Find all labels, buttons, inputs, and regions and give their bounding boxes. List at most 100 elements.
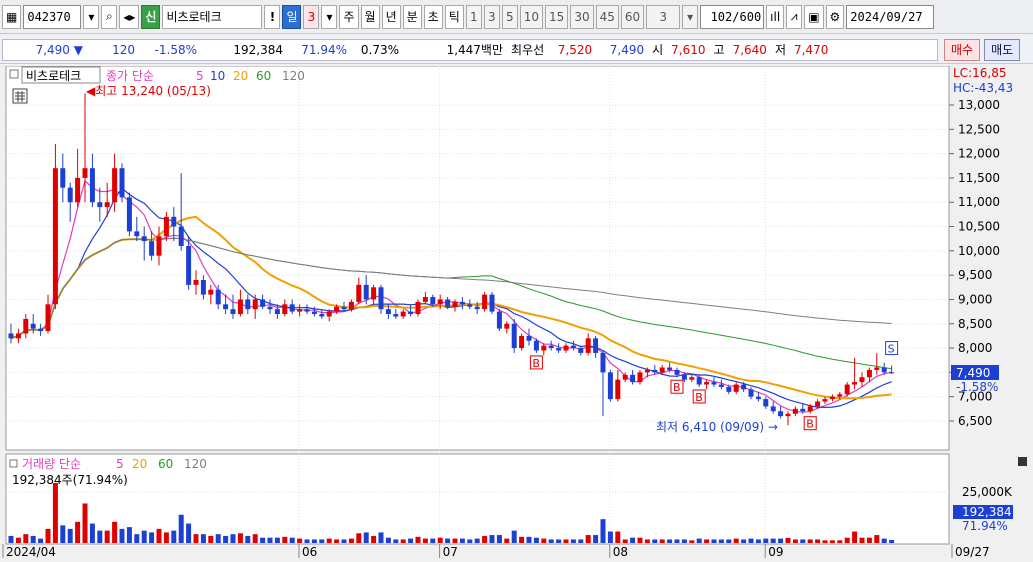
buy-button[interactable]: 매수: [944, 38, 981, 61]
candle-body: [889, 372, 895, 374]
volume-bar: [319, 539, 325, 543]
indicator-icon[interactable]: ⩘: [786, 4, 803, 29]
interval-3[interactable]: 3: [483, 4, 500, 29]
interval-15[interactable]: 15: [545, 4, 569, 29]
volume-bar: [674, 539, 680, 543]
volume-bar: [23, 534, 29, 543]
volume-bar: [866, 537, 872, 543]
volume-bar: [141, 530, 147, 543]
volume-bar: [630, 537, 636, 543]
candle-body: [526, 335, 532, 341]
interval-1[interactable]: 1: [465, 4, 482, 29]
date-tick-label: 2024/04: [6, 545, 56, 559]
high-price: 7,640: [732, 42, 767, 57]
volume-bar: [156, 528, 162, 543]
candle-body: [230, 309, 236, 315]
open-price: 7,610: [671, 42, 706, 57]
candle-body: [637, 372, 643, 383]
search-icon[interactable]: ⌕: [101, 4, 118, 29]
candle-body: [178, 226, 184, 246]
price-tick-label: 10,000: [958, 244, 1000, 258]
interval-5[interactable]: 5: [501, 4, 518, 29]
interval-45[interactable]: 45: [595, 4, 619, 29]
high-label: 고: [713, 43, 725, 57]
gear-icon[interactable]: ⚙: [825, 4, 845, 29]
period-year[interactable]: 년: [381, 4, 401, 29]
prev-stock-icon[interactable]: ◂▸: [119, 4, 140, 29]
candle-type-icon[interactable]: ıll: [766, 4, 785, 29]
chart-menu-icon[interactable]: ▦: [2, 4, 22, 29]
volume-bar: [741, 539, 747, 543]
interval-10[interactable]: 10: [519, 4, 544, 29]
candle-body: [186, 245, 192, 285]
volume-bar: [393, 539, 399, 543]
volume-bar: [859, 537, 865, 543]
period-minute[interactable]: 분: [402, 4, 422, 29]
volume-bar: [311, 539, 317, 543]
volume-bar: [334, 539, 340, 543]
volume-bar: [585, 535, 591, 543]
candle-body: [371, 287, 377, 300]
alert-icon[interactable]: !: [264, 4, 281, 29]
candle-body: [415, 301, 421, 315]
stock-chart[interactable]: BBBBS 6,5007,0007,5008,0008,5009,0009,50…: [0, 66, 1033, 562]
period-tick[interactable]: 틱: [444, 4, 464, 29]
candle-body: [208, 289, 214, 295]
volume-pane-close-icon[interactable]: [1018, 457, 1027, 466]
candle-body: [378, 287, 384, 310]
candle-body: [445, 299, 451, 307]
volume-bar: [541, 538, 547, 543]
count-input[interactable]: 102/600: [700, 4, 765, 29]
legend-toggle-icon[interactable]: [9, 69, 19, 79]
volume-bar: [67, 528, 73, 543]
hc-readout: HC:-43,43: [953, 81, 1013, 95]
candle-body: [104, 202, 110, 208]
best-bid: 7,490: [609, 42, 645, 57]
interval-30[interactable]: 30: [570, 4, 594, 29]
sell-button[interactable]: 매도: [984, 38, 1021, 61]
code-dropdown-icon[interactable]: ▾: [83, 4, 100, 29]
low-label: 저: [774, 43, 786, 57]
price-tick-label: 8,500: [958, 317, 992, 331]
code-input[interactable]: 042370: [23, 4, 82, 29]
volume-bar: [511, 530, 517, 543]
period-second[interactable]: 초: [423, 4, 443, 29]
period-count[interactable]: 3: [303, 4, 320, 29]
candle-body: [274, 309, 280, 315]
count-select-dropdown-icon[interactable]: ▾: [682, 4, 699, 29]
volume-bar: [267, 537, 273, 543]
volume-bar: [237, 533, 243, 543]
volume-ratio: 71.94%: [301, 42, 347, 57]
volume-bar: [504, 538, 510, 543]
candle-body: [38, 328, 44, 332]
volume-bar: [829, 540, 835, 543]
period-count-dropdown-icon[interactable]: ▾: [321, 4, 338, 29]
volume-bar: [844, 537, 850, 543]
period-month[interactable]: 월: [360, 4, 380, 29]
volume-bar: [38, 538, 44, 543]
date-input[interactable]: 2024/09/27: [846, 4, 935, 29]
period-week[interactable]: 주: [339, 4, 359, 29]
candle-body: [866, 369, 872, 378]
candle-body: [755, 396, 761, 400]
interval-60[interactable]: 60: [620, 4, 645, 29]
volume-bar: [408, 538, 414, 543]
date-tick-label: 09/27: [955, 545, 990, 559]
save-icon[interactable]: ▣: [804, 4, 824, 29]
volume-legend-toggle-icon[interactable]: [9, 459, 18, 468]
candle-body: [770, 406, 776, 412]
date-tick-label: 08: [613, 545, 628, 559]
volume-bar: [519, 536, 525, 543]
candle-body: [149, 241, 155, 256]
candle-body: [459, 301, 465, 305]
count-select[interactable]: 3: [646, 4, 681, 29]
high-annotation-text: 최고 13,240 (05/13): [95, 84, 211, 98]
price-tick-label: 11,000: [958, 195, 1000, 209]
price-tick-label: 9,500: [958, 268, 992, 282]
change: 120: [112, 42, 135, 57]
volume-bar: [526, 536, 532, 543]
volume-bar: [667, 539, 673, 543]
period-day[interactable]: 일: [282, 4, 302, 29]
candle-body: [245, 299, 251, 310]
volume-bar: [415, 536, 421, 543]
